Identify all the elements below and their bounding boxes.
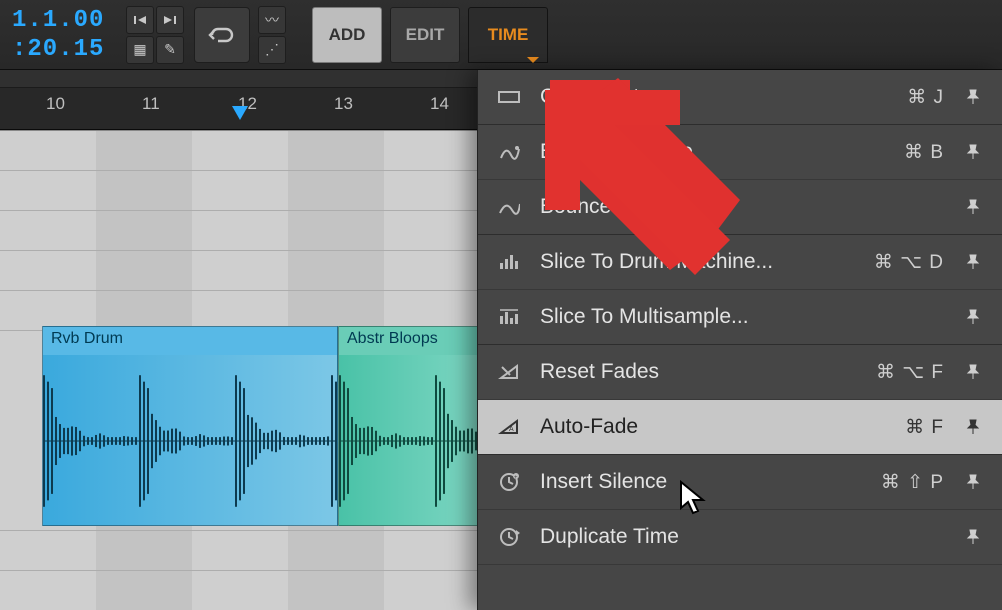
menu-item-shortcut: ⌘ J: [874, 86, 944, 109]
menu-item-shortcut: ⌘ ⇧ P: [874, 471, 944, 494]
automation-curve-icon[interactable]: 〰: [258, 6, 286, 34]
audio-clip[interactable]: Abstr Bloops: [338, 326, 478, 526]
slice-drum-icon: [496, 249, 522, 275]
menu-item-label: Duplicate Time: [540, 525, 856, 549]
menu-item-reset-fades[interactable]: Reset Fades ⌘ ⌥ F: [478, 345, 1002, 400]
menu-item-slice-multi[interactable]: Slice To Multisample...: [478, 290, 1002, 345]
ruler-tick: 10: [46, 94, 65, 114]
pin-icon[interactable]: [962, 364, 984, 380]
menu-item-consolidate[interactable]: Consolidate ⌘ J: [478, 70, 1002, 125]
audio-clip[interactable]: Rvb Drum: [42, 326, 338, 526]
menu-item-bounce[interactable]: Bounce: [478, 180, 1002, 235]
slice-multi-icon: [496, 304, 522, 330]
menu-item-shortcut: ⌘ B: [874, 141, 944, 164]
menu-item-label: Bounce In Place: [540, 140, 856, 164]
menu-item-slice-drum[interactable]: Slice To Drum Machine... ⌘ ⌥ D: [478, 235, 1002, 290]
menu-item-shortcut: ⌘ ⌥ F: [874, 361, 944, 384]
transport-counter[interactable]: 1.1.00 :20.15: [6, 3, 116, 67]
menu-item-duplicate-time[interactable]: Duplicate Time: [478, 510, 1002, 565]
insert-silence-icon: +: [496, 469, 522, 495]
waveform: [339, 355, 477, 525]
menu-item-label: Bounce: [540, 195, 856, 219]
menu-item-label: Consolidate: [540, 85, 856, 109]
add-button[interactable]: ADD: [312, 7, 382, 63]
snap-right-icon[interactable]: [156, 6, 184, 34]
menu-item-label: Slice To Drum Machine...: [540, 250, 856, 274]
pin-icon[interactable]: [962, 474, 984, 490]
automation-buttons: 〰 ⋰: [258, 6, 286, 64]
menu-item-insert-silence[interactable]: + Insert Silence ⌘ ⇧ P: [478, 455, 1002, 510]
pin-icon[interactable]: [962, 419, 984, 435]
auto-fade-icon: A: [496, 414, 522, 440]
pin-icon[interactable]: [962, 89, 984, 105]
menu-item-shortcut: ⌘ ⌥ D: [874, 251, 944, 274]
playhead-marker[interactable]: [232, 106, 248, 120]
consolidate-icon: [496, 84, 522, 110]
top-toolbar: 1.1.00 :20.15 ▦ ✎ 〰 ⋰ ADD EDIT TIME: [0, 0, 1002, 70]
bounce-icon: [496, 194, 522, 220]
menu-item-auto-fade[interactable]: A Auto-Fade ⌘ F: [478, 400, 1002, 455]
menu-item-label: Auto-Fade: [540, 415, 856, 439]
pin-icon[interactable]: [962, 254, 984, 270]
pin-icon[interactable]: [962, 309, 984, 325]
menu-item-label: Slice To Multisample...: [540, 305, 856, 329]
time-menu-button[interactable]: TIME: [468, 7, 548, 63]
loop-button[interactable]: [194, 7, 250, 63]
svg-text:A: A: [509, 426, 514, 433]
bounce-in-place-icon: [496, 139, 522, 165]
menu-item-label: Reset Fades: [540, 360, 856, 384]
counter-position: 1.1.00: [12, 7, 110, 34]
time-dropdown-menu: Consolidate ⌘ J Bounce In Place ⌘ B Bounce Sl…: [477, 70, 1002, 610]
waveform: [43, 355, 337, 525]
counter-time: :20.15: [12, 36, 110, 63]
ruler-tick: 13: [334, 94, 353, 114]
reset-fades-icon: [496, 359, 522, 385]
snap-buttons: ▦ ✎: [124, 4, 186, 66]
menu-item-label: Insert Silence: [540, 470, 856, 494]
ruler-tick: 11: [142, 94, 160, 114]
pin-icon[interactable]: [962, 529, 984, 545]
edit-button[interactable]: EDIT: [390, 7, 460, 63]
snap-left-icon[interactable]: [126, 6, 154, 34]
svg-text:+: +: [514, 475, 518, 481]
pin-icon[interactable]: [962, 199, 984, 215]
ruler-tick: 14: [430, 94, 449, 114]
menu-item-shortcut: ⌘ F: [874, 416, 944, 439]
menu-item-bounce-in-place[interactable]: Bounce In Place ⌘ B: [478, 125, 1002, 180]
snap-edit-icon[interactable]: ✎: [156, 36, 184, 64]
clip-label: Rvb Drum: [43, 327, 337, 355]
automation-points-icon[interactable]: ⋰: [258, 36, 286, 64]
duplicate-time-icon: [496, 524, 522, 550]
pin-icon[interactable]: [962, 144, 984, 160]
snap-grid-icon[interactable]: ▦: [126, 36, 154, 64]
clip-label: Abstr Bloops: [339, 327, 477, 355]
